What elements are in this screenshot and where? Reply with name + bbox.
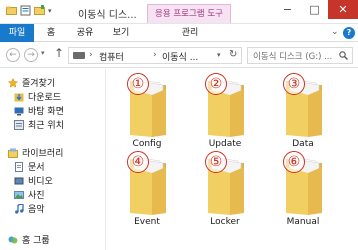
search-box[interactable]: 이동식 디스크 (G:) ... — [247, 47, 353, 64]
app-folder-icon[interactable] — [6, 5, 17, 16]
up-arrow-icon[interactable]: ↑ — [54, 46, 64, 60]
recent-locations-dropdown-icon[interactable]: ▾ — [41, 49, 45, 57]
nav-item-music[interactable]: 음악 — [14, 202, 45, 215]
downloads-icon — [14, 93, 24, 101]
desktop-icon — [14, 107, 24, 115]
music-icon — [15, 203, 24, 214]
nav-item-homegroup[interactable]: 홈 그룹 — [8, 233, 50, 246]
folder-name[interactable]: Locker — [195, 217, 255, 227]
nav-label-libraries: 라이브러리 — [22, 149, 64, 159]
address-bar[interactable]: › 컴퓨터 › 이동식 ... ▾ ↻ — [68, 47, 242, 64]
folder-name[interactable]: Data — [273, 139, 333, 149]
folder-number-badge: ③ — [283, 73, 305, 95]
homegroup-icon — [8, 236, 18, 243]
folder-number-badge: ① — [127, 73, 149, 95]
folder-name[interactable]: Update — [195, 139, 255, 149]
nav-label-downloads: 다운로드 — [28, 93, 62, 103]
address-dropdown-icon[interactable]: ▾ — [217, 51, 221, 59]
folder-name[interactable]: Event — [117, 217, 177, 227]
videos-icon — [14, 177, 24, 184]
folder-item[interactable]: ③ Data — [273, 71, 333, 155]
folder-item[interactable]: ① Config — [117, 71, 177, 155]
folder-item[interactable]: ② Update — [195, 71, 255, 155]
folder-name[interactable]: Manual — [273, 217, 333, 227]
nav-item-downloads[interactable]: 다운로드 — [14, 90, 61, 103]
nav-label-desktop: 바탕 화면 — [28, 107, 64, 117]
tab-view[interactable]: 보기 — [108, 24, 134, 42]
back-button[interactable]: ← — [6, 48, 20, 62]
pictures-icon — [14, 190, 24, 199]
nav-label-homegroup: 홈 그룹 — [22, 236, 50, 246]
tab-share[interactable]: 공유 — [72, 24, 98, 42]
nav-label-videos: 비디오 — [28, 177, 53, 187]
nav-item-libraries[interactable]: 라이브러리 — [8, 146, 63, 159]
nav-item-pictures[interactable]: 사진 — [14, 188, 45, 201]
maximize-button[interactable]: □ — [301, 0, 328, 19]
breadcrumb-separator[interactable]: › — [89, 50, 93, 60]
breadcrumb-removable-disk[interactable]: 이동식 ... — [162, 50, 198, 63]
folder-item[interactable]: ⑤ Locker — [195, 149, 255, 233]
nav-item-favorites[interactable]: 즐겨찾기 — [8, 76, 55, 89]
nav-item-desktop[interactable]: 바탕 화면 — [14, 104, 64, 117]
star-icon — [8, 77, 18, 88]
context-tab-application-tools[interactable]: 응용 프로그램 도구 — [147, 4, 231, 23]
folder-number-badge: ④ — [127, 151, 149, 173]
drive-icon — [73, 52, 85, 59]
folder-content-area: ① Config ② Update ③ Data ④ Event ⑤ Locke… — [107, 69, 358, 250]
window-title: 이동식 디스... — [78, 10, 137, 21]
tab-file[interactable]: 파일 — [0, 24, 34, 42]
recent-places-icon — [14, 119, 24, 130]
nav-label-music: 음악 — [28, 205, 45, 215]
folder-number-badge: ⑤ — [205, 151, 227, 173]
folder-number-badge: ⑥ — [283, 151, 305, 173]
nav-label-favorites: 즐겨찾기 — [22, 79, 56, 89]
nav-item-recent[interactable]: 최근 위치 — [14, 118, 64, 131]
help-icon[interactable]: ? — [343, 27, 355, 39]
expand-ribbon-chevron-icon[interactable]: ⌄ — [331, 27, 339, 37]
search-placeholder[interactable]: 이동식 디스크 (G:) ... — [253, 50, 332, 62]
libraries-icon — [8, 148, 18, 158]
properties-icon[interactable] — [20, 5, 31, 16]
refresh-icon[interactable]: ↻ — [229, 49, 237, 60]
new-folder-icon[interactable] — [34, 5, 45, 16]
folder-name[interactable]: Config — [117, 139, 177, 149]
nav-item-documents[interactable]: 문서 — [14, 160, 45, 173]
nav-label-pictures: 사진 — [28, 191, 45, 201]
ribbon-tabs: 파일 홈 공유 보기 관리 ⌄ ? — [0, 24, 358, 42]
quick-access-toolbar: ▾ — [6, 5, 52, 16]
close-button[interactable]: ✕ — [328, 0, 358, 19]
nav-label-recent: 최근 위치 — [28, 121, 64, 131]
forward-button[interactable]: → — [24, 48, 38, 62]
search-icon[interactable] — [339, 51, 348, 60]
documents-icon — [15, 161, 23, 172]
tab-home[interactable]: 홈 — [40, 24, 62, 42]
title-bar: ▾ 이동식 디스... 응용 프로그램 도구 − □ ✕ — [0, 0, 358, 24]
minimize-button[interactable]: − — [274, 0, 301, 19]
folder-item[interactable]: ⑥ Manual — [273, 149, 333, 233]
nav-item-videos[interactable]: 비디오 — [14, 174, 53, 187]
navigation-bar: ← → ▾ ↑ › 컴퓨터 › 이동식 ... ▾ ↻ 이동식 디스크 (G:)… — [0, 42, 358, 68]
customize-toolbar-dropdown-icon[interactable]: ▾ — [48, 7, 52, 15]
navigation-pane: 즐겨찾기 다운로드 바탕 화면 최근 위치 라이브러리 문서 비디오 사진 음악… — [0, 69, 106, 250]
folder-number-badge: ② — [205, 73, 227, 95]
breadcrumb-computer[interactable]: 컴퓨터 — [99, 50, 124, 63]
breadcrumb-separator[interactable]: › — [153, 50, 157, 60]
nav-label-documents: 문서 — [28, 163, 45, 173]
folder-item[interactable]: ④ Event — [117, 149, 177, 233]
tab-manage[interactable]: 관리 — [166, 24, 214, 42]
